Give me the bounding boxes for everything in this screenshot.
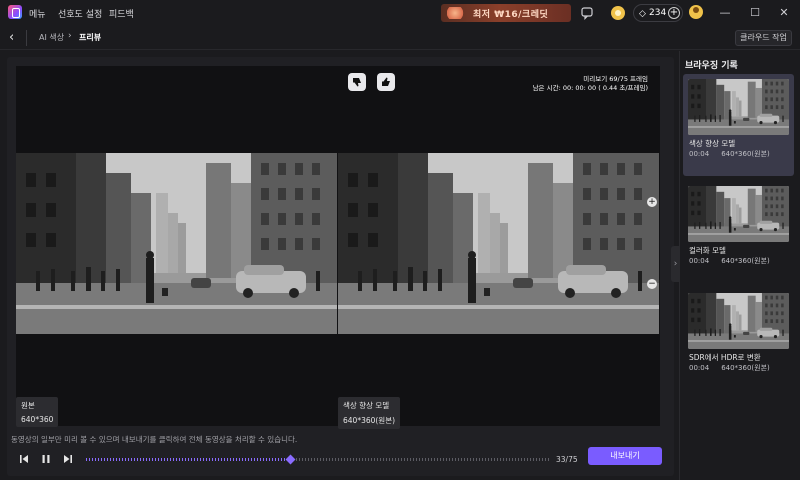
- breadcrumb-current: 프리뷰: [79, 33, 102, 42]
- history-item[interactable]: 색상 향상 모델 00:04 640*360(원본): [683, 74, 794, 176]
- history-item-name: 색상 향상 모델: [689, 139, 736, 148]
- minimize-icon[interactable]: —: [716, 4, 734, 22]
- back-icon[interactable]: ‹: [9, 31, 14, 44]
- history-item[interactable]: SDR에서 HDR로 변환 00:04 640*360(원본): [683, 288, 794, 390]
- pause-icon[interactable]: [39, 452, 53, 466]
- maximize-icon[interactable]: ☐: [746, 4, 764, 22]
- divider: [26, 30, 27, 46]
- thumbs-up-icon[interactable]: [377, 73, 395, 91]
- history-item[interactable]: 컬러화 모델 00:04 640*360(원본): [683, 181, 794, 283]
- history-item-meta: 00:04 640*360(원본): [689, 150, 770, 158]
- enhanced-label: 색상 향상 모델 640*360(원본): [338, 397, 401, 429]
- collapse-sidebar-icon[interactable]: ›: [671, 246, 680, 282]
- history-item-name: SDR에서 HDR로 변환: [689, 353, 761, 362]
- breadcrumb-parent[interactable]: AI 색상: [39, 32, 64, 43]
- thumbs-down-icon[interactable]: [348, 73, 366, 91]
- close-icon[interactable]: ✕: [775, 4, 793, 22]
- preview-hint-text: 동영상의 일부만 미리 볼 수 있으며 내보내기를 클릭하여 전체 동영상을 처…: [11, 435, 298, 444]
- history-thumbnail: [688, 293, 789, 349]
- original-frame: [16, 153, 337, 334]
- sidebar-title: 브라우징 기록: [685, 61, 738, 71]
- gift-icon: [447, 7, 467, 19]
- avatar[interactable]: [689, 5, 703, 19]
- zoom-out-icon[interactable]: −: [647, 279, 657, 289]
- coin-icon[interactable]: [611, 6, 625, 20]
- menu-item-menu[interactable]: 메뉴: [29, 7, 46, 20]
- history-item-meta: 00:04 640*360(원본): [689, 364, 770, 372]
- history-thumbnail: [688, 79, 789, 135]
- previous-frame-icon[interactable]: [17, 452, 31, 466]
- chevron-right-icon: ›: [68, 31, 72, 41]
- original-label: 원본 640*360: [16, 397, 59, 427]
- app-logo-icon: [8, 5, 22, 19]
- zoom-in-icon[interactable]: +: [647, 197, 657, 207]
- add-credits-icon[interactable]: +: [668, 7, 680, 19]
- breadcrumb-bar: ‹ AI 색상 › 프리뷰 클라우드 작업: [0, 26, 800, 50]
- timeline-slider[interactable]: [86, 454, 550, 465]
- timeline-progress: [86, 458, 291, 461]
- enhanced-frame: [338, 153, 659, 334]
- menu-item-preferences[interactable]: 선호도 설정: [58, 7, 102, 20]
- credits-balance[interactable]: ◇ 234 +: [633, 4, 683, 22]
- history-thumbnail: [688, 186, 789, 242]
- history-item-meta: 00:04 640*360(원본): [689, 257, 770, 265]
- next-frame-icon[interactable]: [61, 452, 75, 466]
- frame-counter: 33/75: [556, 455, 578, 464]
- chat-icon[interactable]: [580, 6, 594, 20]
- export-button[interactable]: 내보내기: [588, 447, 662, 465]
- menu-item-feedback[interactable]: 피드백: [109, 7, 134, 20]
- title-bar: 메뉴 선호도 설정 피드백 최저 ₩16/크레딧 ◇ 234 + — ☐ ✕: [0, 0, 800, 26]
- promo-banner[interactable]: 최저 ₩16/크레딧: [441, 4, 571, 22]
- diamond-icon: ◇: [639, 9, 646, 19]
- history-item-name: 컬러화 모델: [689, 246, 726, 255]
- cloud-job-button[interactable]: 클라우드 작업: [735, 30, 792, 46]
- time-remaining-text: 남은 시간: 00: 00: 00 ( 0.44 초/프레임): [532, 84, 648, 92]
